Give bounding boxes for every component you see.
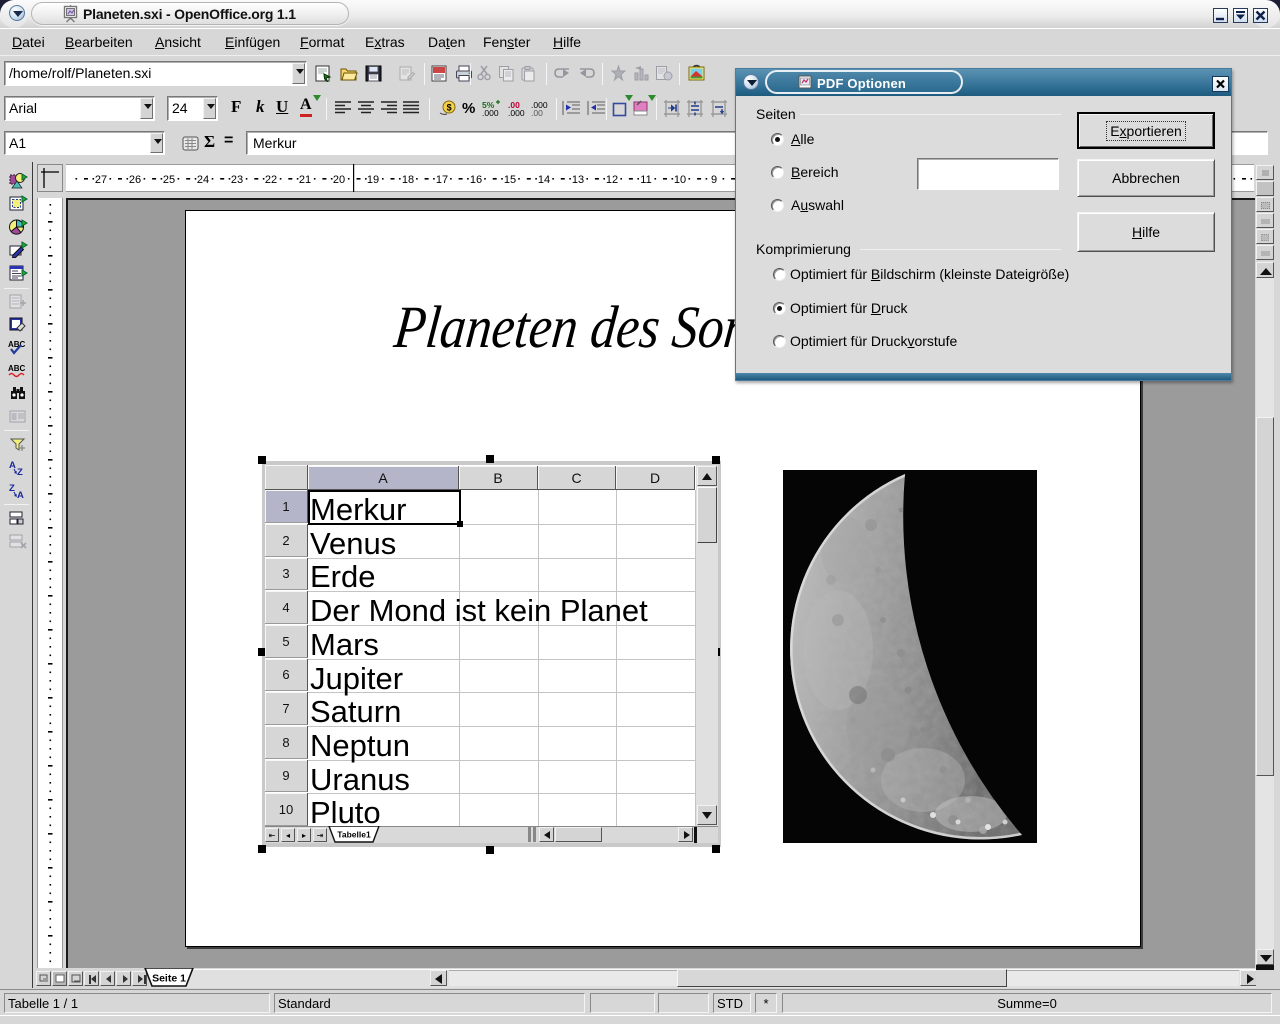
svg-text:24: 24 <box>197 174 209 186</box>
svg-text:Tabelle1: Tabelle1 <box>337 830 371 840</box>
svg-text:25: 25 <box>163 174 175 186</box>
svg-text:20: 20 <box>333 174 345 186</box>
svg-text:11: 11 <box>640 174 651 186</box>
svg-text:26: 26 <box>129 174 141 186</box>
svg-text:23: 23 <box>231 174 243 186</box>
svg-text:9: 9 <box>711 174 717 186</box>
svg-text:18: 18 <box>402 174 414 186</box>
svg-text:Seite 1: Seite 1 <box>152 973 186 985</box>
svg-text:.000: .000 <box>508 108 525 117</box>
svg-text:Z: Z <box>17 467 23 476</box>
svg-text:22: 22 <box>265 174 277 186</box>
svg-text:15: 15 <box>504 174 516 186</box>
svg-text:16: 16 <box>470 174 482 186</box>
svg-text:13: 13 <box>572 174 584 186</box>
svg-text:.00: .00 <box>531 108 543 117</box>
svg-text:12: 12 <box>606 174 618 186</box>
svg-text:14: 14 <box>538 174 550 186</box>
svg-text:17: 17 <box>436 174 448 186</box>
svg-text:A: A <box>17 490 24 499</box>
svg-text:$: $ <box>447 102 452 112</box>
svg-text:10: 10 <box>674 174 686 186</box>
svg-text:A: A <box>9 460 16 471</box>
svg-text:%: % <box>462 100 475 117</box>
svg-text:ABC: ABC <box>8 340 26 349</box>
svg-text:.000: .000 <box>482 108 499 117</box>
svg-text:21: 21 <box>299 174 311 186</box>
svg-text:19: 19 <box>367 174 379 186</box>
svg-text:ABC: ABC <box>8 364 26 373</box>
svg-text:27: 27 <box>95 174 107 186</box>
